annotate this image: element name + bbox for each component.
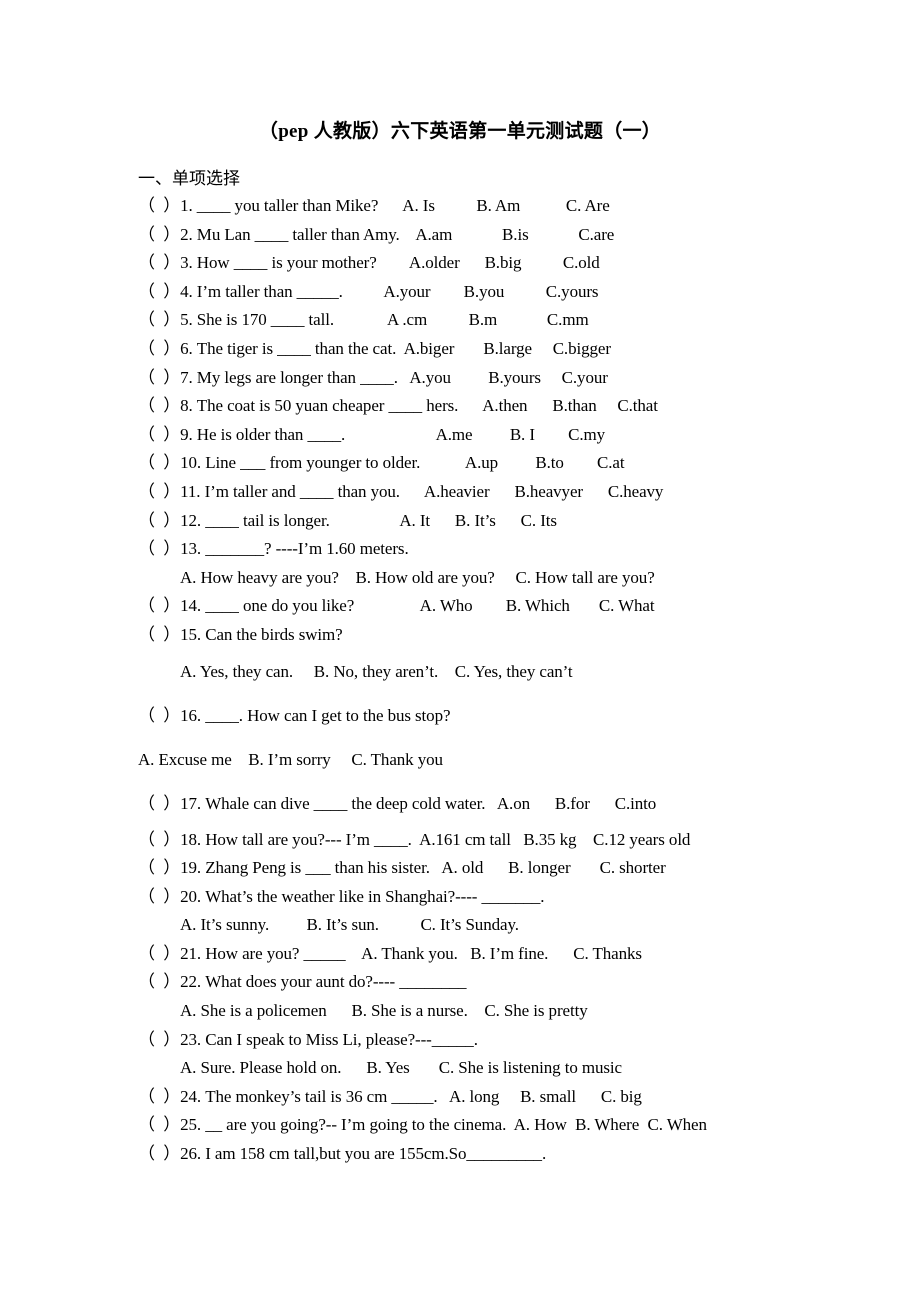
question-line: （ ）19. Zhang Peng is ___ than his sister… <box>138 858 666 878</box>
question-line: （ ）21. How are you? _____ A. Thank you. … <box>138 943 642 963</box>
question-options-line: A. How heavy are you? B. How old are you… <box>180 567 655 587</box>
question-line: （ ）5. She is 170 ____ tall. A .cm B.m C.… <box>138 310 589 330</box>
question-options-line: A. Yes, they can. B. No, they aren’t. C.… <box>180 661 573 681</box>
page-title: （pep 人教版）六下英语第一单元测试题（一） <box>258 121 662 142</box>
question-line: （ ）17. Whale can dive ____ the deep cold… <box>138 793 657 813</box>
question-line: （ ）22. What does your aunt do?---- _____… <box>138 972 467 992</box>
question-line: （ ）26. I am 158 cm tall,but you are 155c… <box>138 1144 547 1164</box>
question-line: （ ）11. I’m taller and ____ than you. A.h… <box>138 481 664 501</box>
question-line: （ ）15. Can the birds swim? <box>138 624 343 644</box>
question-options-line: A. Sure. Please hold on. B. Yes C. She i… <box>180 1058 622 1078</box>
section-heading-multiple-choice: 一、单项选择 <box>138 169 240 188</box>
question-line: （ ）1. ____ you taller than Mike? A. Is B… <box>138 196 610 215</box>
question-list: （ ）1. ____ you taller than Mike? A. Is B… <box>138 192 838 1169</box>
question-line: （ ）24. The monkey’s tail is 36 cm _____.… <box>138 1086 642 1106</box>
question-line: （ ）13. _______? ----I’m 1.60 meters. <box>138 539 409 559</box>
question-line: （ ）6. The tiger is ____ than the cat. A.… <box>138 338 611 358</box>
question-line: （ ）23. Can I speak to Miss Li, please?--… <box>138 1029 478 1049</box>
question-line: （ ）18. How tall are you?--- I’m ____. A.… <box>138 829 691 849</box>
question-options-line: A. Excuse me B. I’m sorry C. Thank you <box>138 749 443 769</box>
question-line: （ ）16. ____. How can I get to the bus st… <box>138 705 451 725</box>
question-line: （ ）20. What’s the weather like in Shangh… <box>138 886 545 906</box>
question-line: （ ）9. He is older than ____. A.me B. I C… <box>138 424 606 444</box>
question-line: （ ）4. I’m taller than _____. A.your B.yo… <box>138 281 599 301</box>
question-line: （ ）14. ____ one do you like? A. Who B. W… <box>138 596 655 616</box>
question-options-line: A. She is a policemen B. She is a nurse.… <box>180 1001 588 1021</box>
question-line: （ ）8. The coat is 50 yuan cheaper ____ h… <box>138 396 658 416</box>
document-page: （pep 人教版）六下英语第一单元测试题（一） 一、单项选择 （ ）1. ___… <box>0 0 920 1302</box>
question-options-line: A. It’s sunny. B. It’s sun. C. It’s Sund… <box>180 915 519 935</box>
question-line: （ ）10. Line ___ from younger to older. A… <box>138 453 625 473</box>
question-line: （ ）2. Mu Lan ____ taller than Amy. A.am … <box>138 224 615 244</box>
question-line: （ ）3. How ____ is your mother? A.older B… <box>138 253 600 273</box>
question-line: （ ）25. __ are you going?-- I’m going to … <box>138 1115 707 1135</box>
question-line: （ ）12. ____ tail is longer. A. It B. It’… <box>138 510 557 530</box>
question-line: （ ）7. My legs are longer than ____. A.yo… <box>138 367 608 387</box>
